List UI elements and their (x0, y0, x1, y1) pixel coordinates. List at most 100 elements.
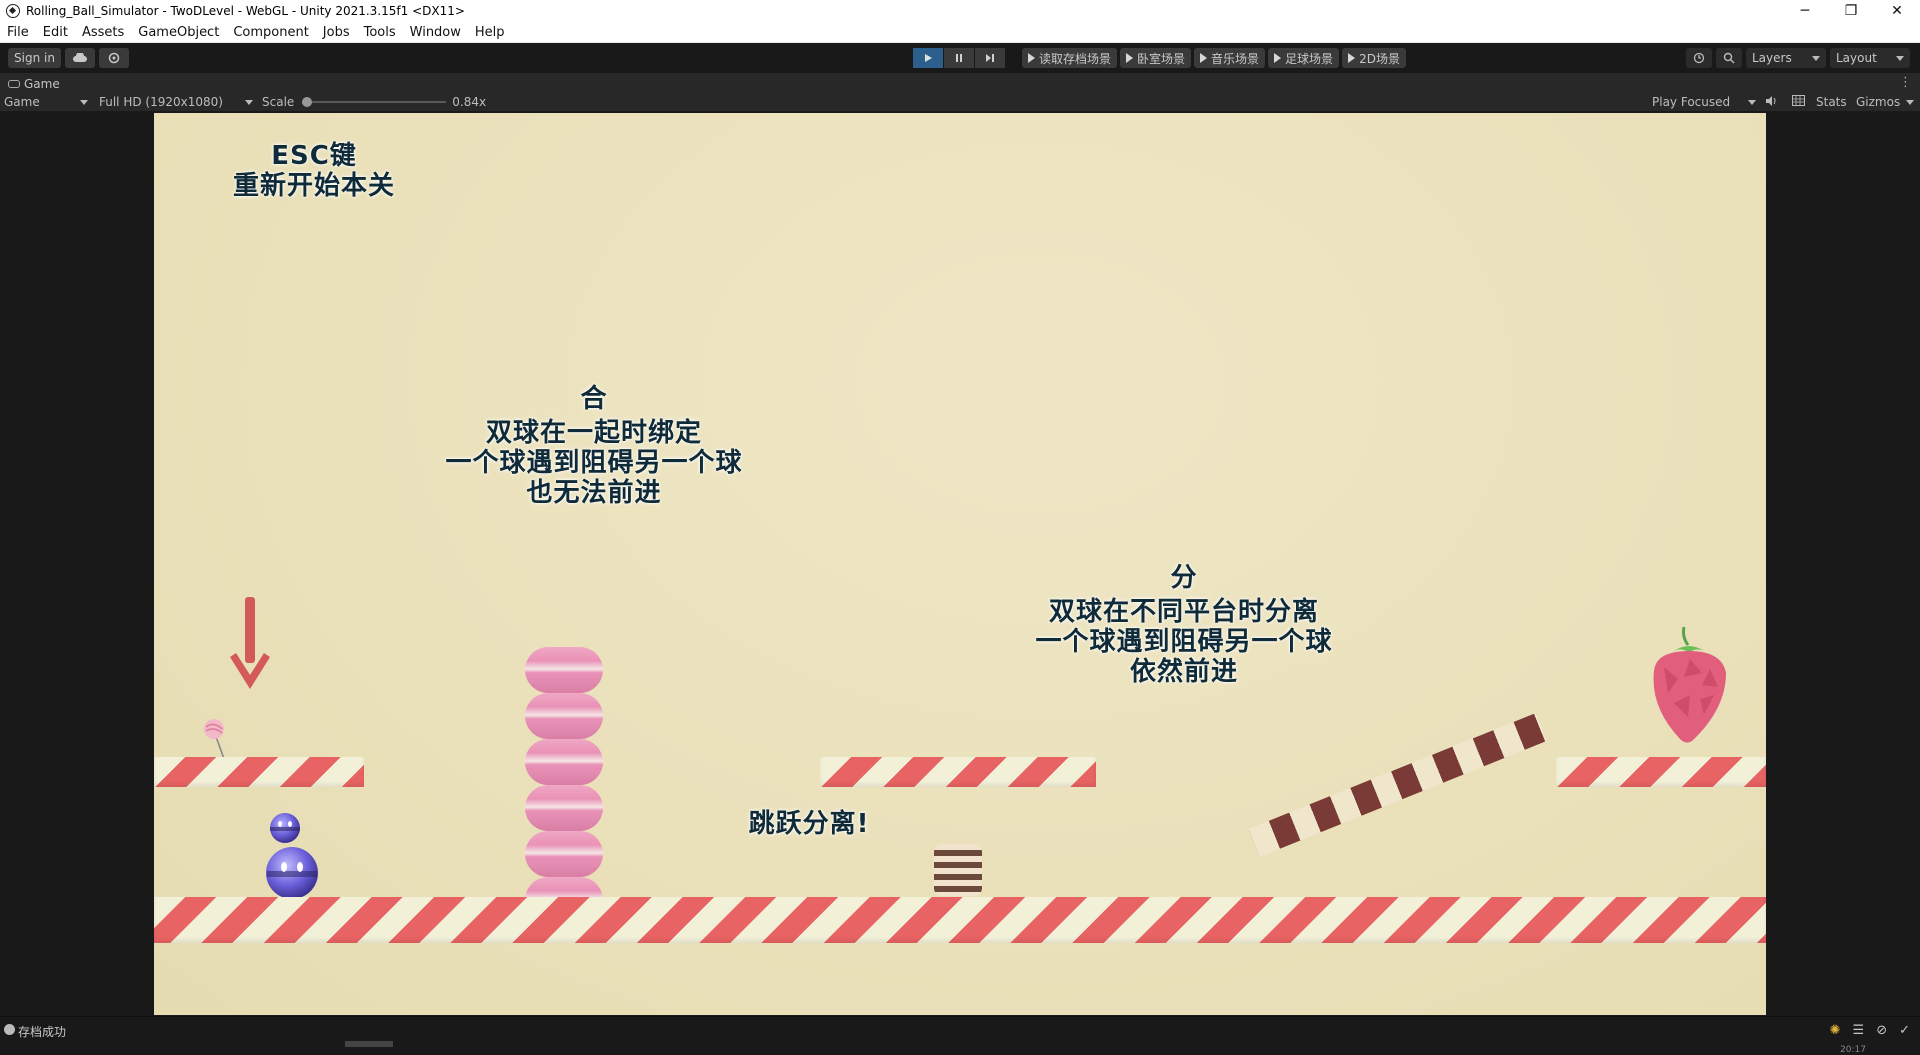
merge-title: 合 (580, 384, 608, 414)
aspect-grid-icon[interactable] (1792, 95, 1805, 106)
load-save-scene-button[interactable]: 读取存档场景 (1022, 48, 1118, 68)
tab-game[interactable]: Game (24, 77, 60, 91)
game-view-controls: Game Full HD (1920x1080) Scale 0.84x Pla… (0, 94, 1920, 112)
play-icon (1274, 53, 1282, 63)
scale-slider[interactable] (302, 97, 447, 107)
info-icon (4, 1024, 15, 1035)
clock-text: 20:17 (1840, 1045, 1866, 1055)
chevron-down-icon (80, 99, 88, 105)
game-tab-bar: Game ⋮ (0, 73, 1920, 94)
scale-control: Scale 0.84x (262, 95, 486, 109)
merge-hint: 合 双球在一起时绑定 一个球遇到阻碍另一个球 也无法前进 (394, 384, 794, 509)
esc-hint-line1: ESC键 (271, 141, 357, 171)
menu-window[interactable]: Window (410, 25, 461, 40)
menu-bar: File Edit Assets GameObject Component Jo… (0, 22, 1920, 43)
scale-label: Scale (262, 95, 295, 109)
menu-help[interactable]: Help (475, 25, 505, 40)
menu-jobs[interactable]: Jobs (323, 25, 350, 40)
small-ball (270, 813, 300, 843)
display-dropdown[interactable]: Game (4, 95, 88, 109)
esc-hint: ESC键 重新开始本关 (214, 141, 414, 201)
title-bar: Rolling_Ball_Simulator - TwoDLevel - Web… (0, 0, 1920, 22)
menu-file[interactable]: File (7, 25, 29, 40)
collab-icon[interactable] (98, 48, 129, 68)
play-controls (913, 48, 1006, 68)
search-icon[interactable] (1716, 48, 1742, 68)
big-ball (266, 847, 318, 899)
chevron-down-icon (1896, 55, 1904, 61)
ground-platform (154, 897, 1766, 943)
sign-in-button[interactable]: Sign in (8, 48, 61, 68)
play-button[interactable] (913, 48, 943, 68)
bug-icon[interactable]: ✺ (1830, 1023, 1841, 1038)
restore-button[interactable]: ❐ (1828, 0, 1874, 22)
menu-tools[interactable]: Tools (364, 25, 396, 40)
lollipop-icon (204, 719, 225, 760)
play-icon (1348, 53, 1356, 63)
chevron-down-icon (1748, 99, 1756, 105)
split-title: 分 (1170, 563, 1198, 593)
split-line3: 依然前进 (1129, 657, 1238, 688)
minimize-button[interactable]: ─ (1782, 0, 1828, 22)
down-arrow-icon (230, 597, 270, 689)
2d-scene-button[interactable]: 2D场景 (1342, 48, 1406, 68)
layout-dropdown[interactable]: Layout (1830, 48, 1910, 68)
check-circle-icon[interactable]: ✓ (1899, 1023, 1910, 1038)
play-icon (1200, 53, 1208, 63)
console-message[interactable]: 存档成功 (18, 1023, 66, 1040)
step-button[interactable] (975, 48, 1005, 68)
cloud-icon[interactable] (64, 48, 95, 68)
bedroom-scene-button[interactable]: 卧室场景 (1120, 48, 1192, 68)
macaron (525, 831, 603, 877)
ramp-platform (1248, 712, 1548, 857)
split-line1: 双球在不同平台时分离 (1048, 597, 1319, 628)
right-toolbar: Layers Layout (1682, 48, 1910, 68)
game-controller-icon (8, 79, 20, 88)
play-icon (1126, 53, 1134, 63)
merge-line3: 也无法前进 (526, 478, 662, 509)
music-scene-button[interactable]: 音乐场景 (1194, 48, 1266, 68)
window-title: Rolling_Ball_Simulator - TwoDLevel - Web… (26, 4, 465, 18)
menu-edit[interactable]: Edit (43, 25, 68, 40)
unity-logo-icon (6, 4, 20, 18)
upper-left-platform (154, 757, 364, 787)
macaron (525, 739, 603, 785)
mute-audio-icon[interactable] (1765, 95, 1777, 107)
upper-right-platform (1556, 757, 1766, 787)
scale-slider-handle[interactable] (302, 97, 313, 107)
play-mode-dropdown[interactable]: Play Focused (1652, 95, 1756, 109)
macaron (525, 647, 603, 693)
gizmos-dropdown[interactable]: Gizmos (1856, 95, 1915, 109)
merge-line2: 一个球遇到阻碍另一个球 (445, 448, 743, 479)
menu-assets[interactable]: Assets (82, 25, 124, 40)
main-toolbar: Sign in 读取存档场景 卧室场景 音乐场景 足球场景 2D场景 Layer… (0, 43, 1920, 73)
split-line2: 一个球遇到阻碍另一个球 (1035, 627, 1333, 658)
history-icon[interactable] (1686, 48, 1712, 68)
jump-split-hint: 跳跃分离! (748, 809, 870, 839)
status-icons: ✺ ☰ ⊘ ✓ (1830, 1023, 1910, 1038)
layers-stack-icon[interactable]: ☰ (1853, 1023, 1865, 1038)
scrollbar-thumb[interactable] (345, 1041, 393, 1047)
esc-hint-line2: 重新开始本关 (232, 171, 395, 202)
cake-obstacle (934, 844, 982, 896)
macaron (525, 693, 603, 739)
split-hint: 分 双球在不同平台时分离 一个球遇到阻碍另一个球 依然前进 (984, 563, 1384, 688)
menu-component[interactable]: Component (233, 25, 308, 40)
layers-dropdown[interactable]: Layers (1746, 48, 1826, 68)
strawberry-goal-icon (1653, 626, 1726, 743)
game-canvas[interactable]: ESC键 重新开始本关 合 双球在一起时绑定 一个球遇到阻碍另一个球 也无法前进… (154, 113, 1766, 1015)
game-viewport: ESC键 重新开始本关 合 双球在一起时绑定 一个球遇到阻碍另一个球 也无法前进… (0, 112, 1920, 1016)
more-options-icon[interactable]: ⋮ (1899, 75, 1912, 90)
chevron-down-icon (1906, 99, 1915, 105)
middle-platform (820, 757, 1096, 787)
macaron (525, 785, 603, 831)
stats-button[interactable]: Stats (1816, 95, 1847, 109)
football-scene-button[interactable]: 足球场景 (1268, 48, 1340, 68)
close-button[interactable]: ✕ (1874, 0, 1920, 22)
resolution-dropdown[interactable]: Full HD (1920x1080) (99, 95, 253, 109)
network-icon[interactable]: ⊘ (1876, 1023, 1887, 1038)
chevron-down-icon (1812, 55, 1820, 61)
menu-gameobject[interactable]: GameObject (138, 25, 219, 40)
merge-line1: 双球在一起时绑定 (485, 418, 702, 449)
pause-button[interactable] (944, 48, 974, 68)
